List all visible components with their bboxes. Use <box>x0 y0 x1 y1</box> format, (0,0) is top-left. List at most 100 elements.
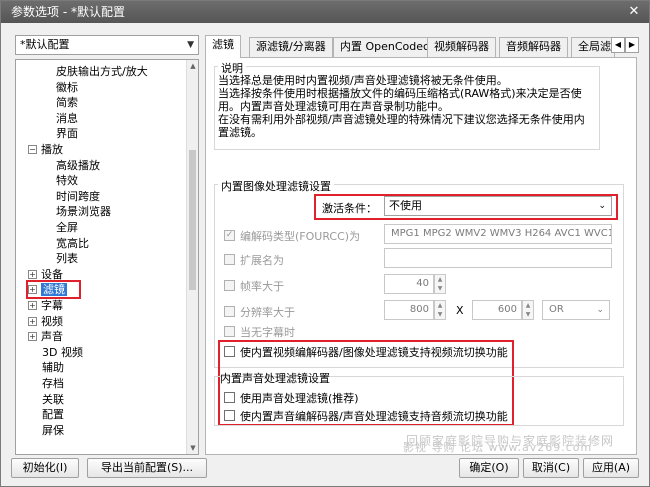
tree-item-label: 声音 <box>41 330 63 344</box>
tree-item[interactable]: 列表 <box>56 251 78 266</box>
video-group-title: 内置图像处理滤镜设置 <box>218 178 334 194</box>
tree-item-label: 界面 <box>56 127 78 141</box>
tab-filters[interactable]: 滤镜 <box>205 35 241 58</box>
filters-panel: 说明 当选择总是使用时内置视频/声音处理滤镜将被无条件使用。 当选择按条件使用时… <box>205 57 637 455</box>
activate-select[interactable]: 不使用 ⌄ <box>384 196 612 216</box>
init-button[interactable]: 初始化(I) <box>11 458 79 478</box>
no-subtitle-checkbox[interactable] <box>224 326 235 337</box>
description-line: 当选择总是使用时内置视频/声音处理滤镜将被无条件使用。 <box>218 74 508 87</box>
chevron-down-icon: ⌄ <box>598 201 606 211</box>
tree-item-label: 字幕 <box>41 299 63 312</box>
close-icon[interactable]: ✕ <box>627 5 641 19</box>
preferences-window: 参数选项 - *默认配置 ✕ *默认配置 ▼ ▲ ▼ 皮肤输出方式/放大 徽标 简索… <box>0 0 650 487</box>
tree-item-label: 特效 <box>56 174 78 188</box>
tree-item[interactable]: 关联 <box>42 392 64 407</box>
tree-item[interactable]: 宽高比 <box>56 236 89 251</box>
extension-field[interactable] <box>384 248 612 268</box>
resolution-height-spinner[interactable]: ▲ ▼ <box>522 300 534 320</box>
tree-item[interactable]: 特效 <box>56 173 78 188</box>
tree-item[interactable]: + 滤镜 <box>26 280 81 300</box>
tree-item[interactable]: + 视频 <box>28 314 63 329</box>
tree-item[interactable]: + 字幕 <box>28 298 63 313</box>
resolution-height-field[interactable]: 600 <box>472 300 522 320</box>
tree-item[interactable]: 全屏 <box>56 220 78 235</box>
tree-item-label: 高级播放 <box>56 158 100 172</box>
tree-item[interactable]: 界面 <box>56 126 78 141</box>
tree-item-label: 场景浏览器 <box>56 205 111 219</box>
cancel-button[interactable]: 取消(C) <box>523 458 579 478</box>
video-switch-label: 使内置视频编解码器/图像处理滤镜支持视频流切换功能 <box>240 346 508 359</box>
tree-item[interactable]: 徽标 <box>56 80 78 95</box>
tree-item[interactable]: + 声音 <box>28 329 63 344</box>
expand-icon[interactable]: + <box>28 316 37 326</box>
expand-icon[interactable]: + <box>28 301 37 310</box>
no-subtitle-label: 当无字幕时 <box>240 326 295 339</box>
tree-item[interactable]: 场景浏览器 <box>56 204 111 219</box>
expand-icon[interactable]: + <box>28 332 37 342</box>
fourcc-checkbox[interactable]: ✓ <box>224 230 235 241</box>
tree-item-label: 时间跨度 <box>56 189 100 203</box>
tab-global-filters[interactable]: 全局滤 <box>571 37 615 57</box>
framerate-label: 帧率大于 <box>240 280 284 293</box>
tree-item[interactable]: 辅助 <box>42 360 64 375</box>
ok-button[interactable]: 确定(O) <box>459 458 519 478</box>
tree-item-label: 关联 <box>42 392 64 406</box>
framerate-checkbox[interactable] <box>224 280 235 291</box>
title-bar: 参数选项 - *默认配置 ✕ <box>1 1 649 23</box>
framerate-field[interactable]: 40 <box>384 274 434 294</box>
tab-video-decoder[interactable]: 视频解码器 <box>427 37 496 57</box>
scrollbar-thumb[interactable] <box>189 150 196 290</box>
resolution-checkbox[interactable] <box>224 306 235 317</box>
tree-item[interactable]: 消息 <box>56 111 78 126</box>
tab-scroll-left-icon[interactable]: ◀ <box>611 37 625 53</box>
tree-item-label: 播放 <box>41 143 63 156</box>
tree-item[interactable]: 屏保 <box>42 423 64 438</box>
tab-opencodec[interactable]: 内置 OpenCodec <box>333 37 437 57</box>
expand-icon[interactable]: + <box>28 269 37 279</box>
apply-button[interactable]: 应用(A) <box>583 458 639 478</box>
collapse-icon[interactable]: − <box>28 145 37 154</box>
settings-tree: ▲ ▼ 皮肤输出方式/放大 徽标 简索 消息 界面 − 播放 高级播放 特效 时间跨度 场景浏览器全… <box>15 59 199 455</box>
description-line: 当选择按条件使用时根据播放文件的编码压缩格式(RAW格式)来决定是否使用。内置声… <box>218 87 582 113</box>
tree-item[interactable]: − 播放 <box>28 142 63 157</box>
extension-label: 扩展名为 <box>240 254 284 267</box>
tree-item[interactable]: 皮肤输出方式/放大 <box>56 64 148 79</box>
tree-item[interactable]: 3D 视频 <box>42 345 83 360</box>
profile-select-value: *默认配置 <box>20 38 70 51</box>
tree-item[interactable]: 时间跨度 <box>56 189 100 204</box>
video-switch-checkbox[interactable] <box>224 346 235 357</box>
tree-item-label: 视频 <box>41 314 63 328</box>
framerate-spinner[interactable]: ▲ ▼ <box>434 274 446 294</box>
audio-use-checkbox[interactable] <box>224 392 235 403</box>
tree-item-label: 徽标 <box>56 80 78 94</box>
tree-item[interactable]: 高级播放 <box>56 158 100 173</box>
resolution-operator-value: OR <box>549 304 564 315</box>
profile-select[interactable]: *默认配置 ▼ <box>15 35 199 55</box>
extension-checkbox[interactable] <box>224 254 235 265</box>
tree-item-label: 3D 视频 <box>42 345 83 359</box>
tree-item[interactable]: 存档 <box>42 376 64 391</box>
tree-item[interactable]: 简索 <box>56 95 78 110</box>
scroll-down-icon[interactable]: ▼ <box>187 442 198 454</box>
resolution-width-field[interactable]: 800 <box>384 300 434 320</box>
resolution-operator-select[interactable]: OR ⌄ <box>542 300 610 320</box>
scroll-up-icon[interactable]: ▲ <box>187 60 198 72</box>
export-config-button[interactable]: 导出当前配置(S)... <box>87 458 207 478</box>
tab-bar: 滤镜 源滤镜/分离器 内置 OpenCodec 视频解码器 音频解码器 全局滤 … <box>205 35 639 58</box>
tree-item-label: 列表 <box>56 252 78 266</box>
audio-switch-checkbox[interactable] <box>224 410 235 421</box>
tab-scroll-right-icon[interactable]: ▶ <box>625 37 639 53</box>
resolution-width-spinner[interactable]: ▲ ▼ <box>434 300 446 320</box>
tree-item-label: 辅助 <box>42 361 64 375</box>
activate-select-value: 不使用 <box>389 199 422 212</box>
tree-item-label: 宽高比 <box>56 236 89 250</box>
description-line: 在没有需利用外部视频/声音滤镜处理的特殊情况下建议您选择无条件使用内置滤镜。 <box>218 113 585 139</box>
tree-scrollbar[interactable]: ▲ ▼ <box>186 60 198 454</box>
tab-source-filters[interactable]: 源滤镜/分离器 <box>249 37 333 57</box>
tab-audio-decoder[interactable]: 音频解码器 <box>499 37 568 57</box>
tree-item[interactable]: + 设备 <box>28 267 63 282</box>
expand-icon[interactable]: + <box>28 285 37 295</box>
fourcc-field[interactable]: MPG1 MPG2 WMV2 WMV3 H264 AVC1 WVC1 <box>384 224 612 244</box>
tree-item-label: 配置 <box>42 408 64 422</box>
tree-item[interactable]: 配置 <box>42 407 64 422</box>
